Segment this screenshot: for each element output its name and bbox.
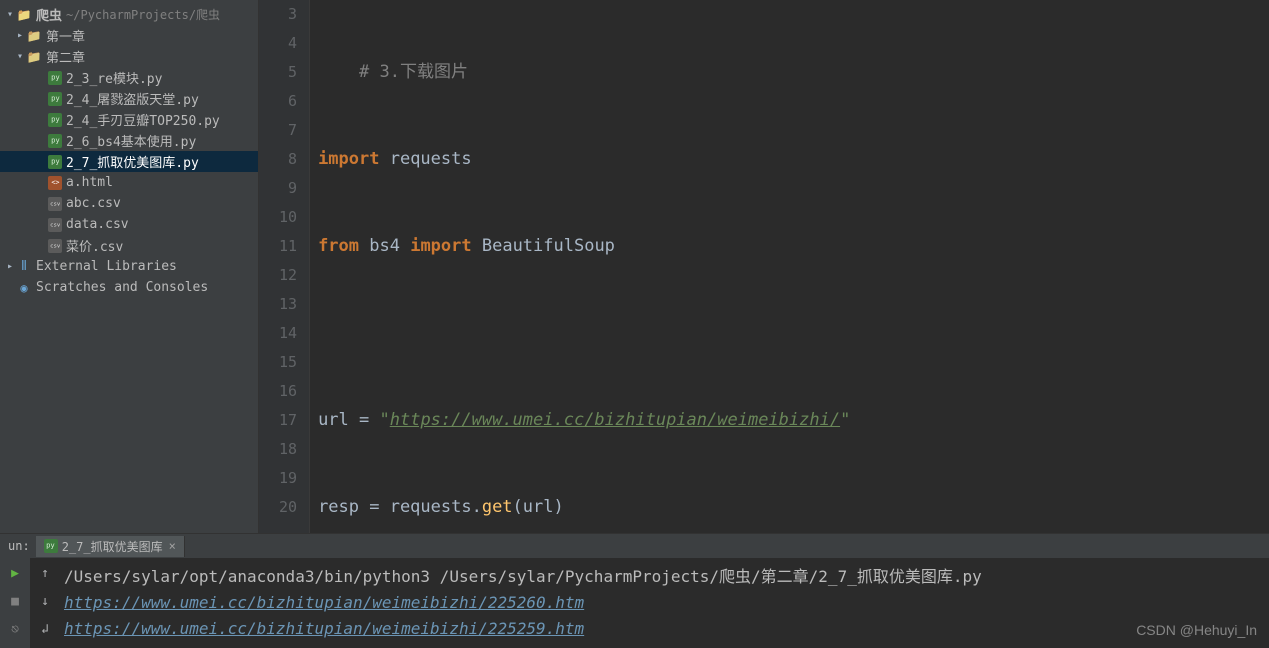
run-label: un: (2, 539, 36, 553)
debug-exit-button[interactable]: ⎋ (6, 620, 24, 638)
tree-file[interactable]: 2_6_bs4基本使用.py (0, 130, 258, 151)
console-toolbar: ▶ ■ ⎋ (0, 558, 30, 648)
line-gutter: 34567891011121314151617181920 (259, 0, 310, 533)
chevron-down-icon[interactable]: ▾ (4, 9, 16, 20)
project-root[interactable]: ▾ 爬虫 ~/PycharmProjects/爬虫 (0, 4, 258, 25)
chevron-right-icon[interactable]: ▸ (14, 30, 26, 41)
watermark: CSDN @Hehuyi_In (1136, 622, 1257, 638)
scratch-icon (16, 280, 32, 296)
tree-file[interactable]: 菜价.csv (0, 235, 258, 256)
csv-file-icon (48, 218, 62, 232)
console-toolbar2: ↑ ↓ ↲ (30, 558, 60, 648)
rerun-button[interactable]: ▶ (6, 564, 24, 582)
run-tab-bar[interactable]: un: 2_7_抓取优美图库 × (0, 534, 1269, 558)
console: ▶ ■ ⎋ ↑ ↓ ↲ /Users/sylar/opt/anaconda3/b… (0, 558, 1269, 648)
run-panel: un: 2_7_抓取优美图库 × ▶ ■ ⎋ ↑ ↓ ↲ /Users/syla… (0, 533, 1269, 648)
python-file-icon (44, 539, 58, 553)
tree-file[interactable]: 2_3_re模块.py (0, 67, 258, 88)
python-file-icon (48, 134, 62, 148)
up-arrow-icon[interactable]: ↑ (36, 564, 54, 582)
tree-file[interactable]: a.html (0, 172, 258, 193)
folder-icon (26, 49, 42, 65)
tree-file[interactable]: data.csv (0, 214, 258, 235)
down-arrow-icon[interactable]: ↓ (36, 592, 54, 610)
tree-file[interactable]: 2_4_屠戮盗版天堂.py (0, 88, 258, 109)
console-output[interactable]: /Users/sylar/opt/anaconda3/bin/python3 /… (60, 558, 1269, 648)
wrap-icon[interactable]: ↲ (36, 620, 54, 638)
run-tab[interactable]: 2_7_抓取优美图库 × (36, 536, 185, 557)
python-file-icon (48, 92, 62, 106)
folder-icon (26, 28, 42, 44)
csv-file-icon (48, 197, 62, 211)
close-icon[interactable]: × (169, 539, 176, 553)
chevron-down-icon[interactable]: ▾ (14, 51, 26, 62)
csv-file-icon (48, 239, 62, 253)
console-link[interactable]: https://www.umei.cc/bizhitupian/weimeibi… (64, 593, 584, 612)
external-libraries[interactable]: ▸ External Libraries (0, 256, 258, 277)
folder-icon (16, 7, 32, 23)
root-name: 爬虫 (36, 5, 62, 24)
console-link[interactable]: https://www.umei.cc/bizhitupian/weimeibi… (64, 619, 584, 638)
html-file-icon (48, 176, 62, 190)
library-icon (16, 259, 32, 275)
chevron-right-icon[interactable]: ▸ (4, 261, 16, 272)
code-editor[interactable]: 34567891011121314151617181920 # 3.下载图片 i… (259, 0, 1269, 533)
python-file-icon (48, 71, 62, 85)
tree-file[interactable]: 2_4_手刃豆瓣TOP250.py (0, 109, 258, 130)
tree-folder[interactable]: ▸ 第一章 (0, 25, 258, 46)
tree-file[interactable]: abc.csv (0, 193, 258, 214)
python-file-icon (48, 113, 62, 127)
project-tree[interactable]: ▾ 爬虫 ~/PycharmProjects/爬虫 ▸ 第一章 ▾ 第二章 2_… (0, 0, 259, 533)
scratches-consoles[interactable]: ▸ Scratches and Consoles (0, 277, 258, 298)
tree-file-active[interactable]: 2_7_抓取优美图库.py (0, 151, 258, 172)
code-area[interactable]: # 3.下载图片 import requests from bs4 import… (310, 0, 1269, 533)
tree-folder[interactable]: ▾ 第二章 (0, 46, 258, 67)
stop-button[interactable]: ■ (6, 592, 24, 610)
python-file-icon (48, 155, 62, 169)
root-path: ~/PycharmProjects/爬虫 (66, 6, 220, 23)
